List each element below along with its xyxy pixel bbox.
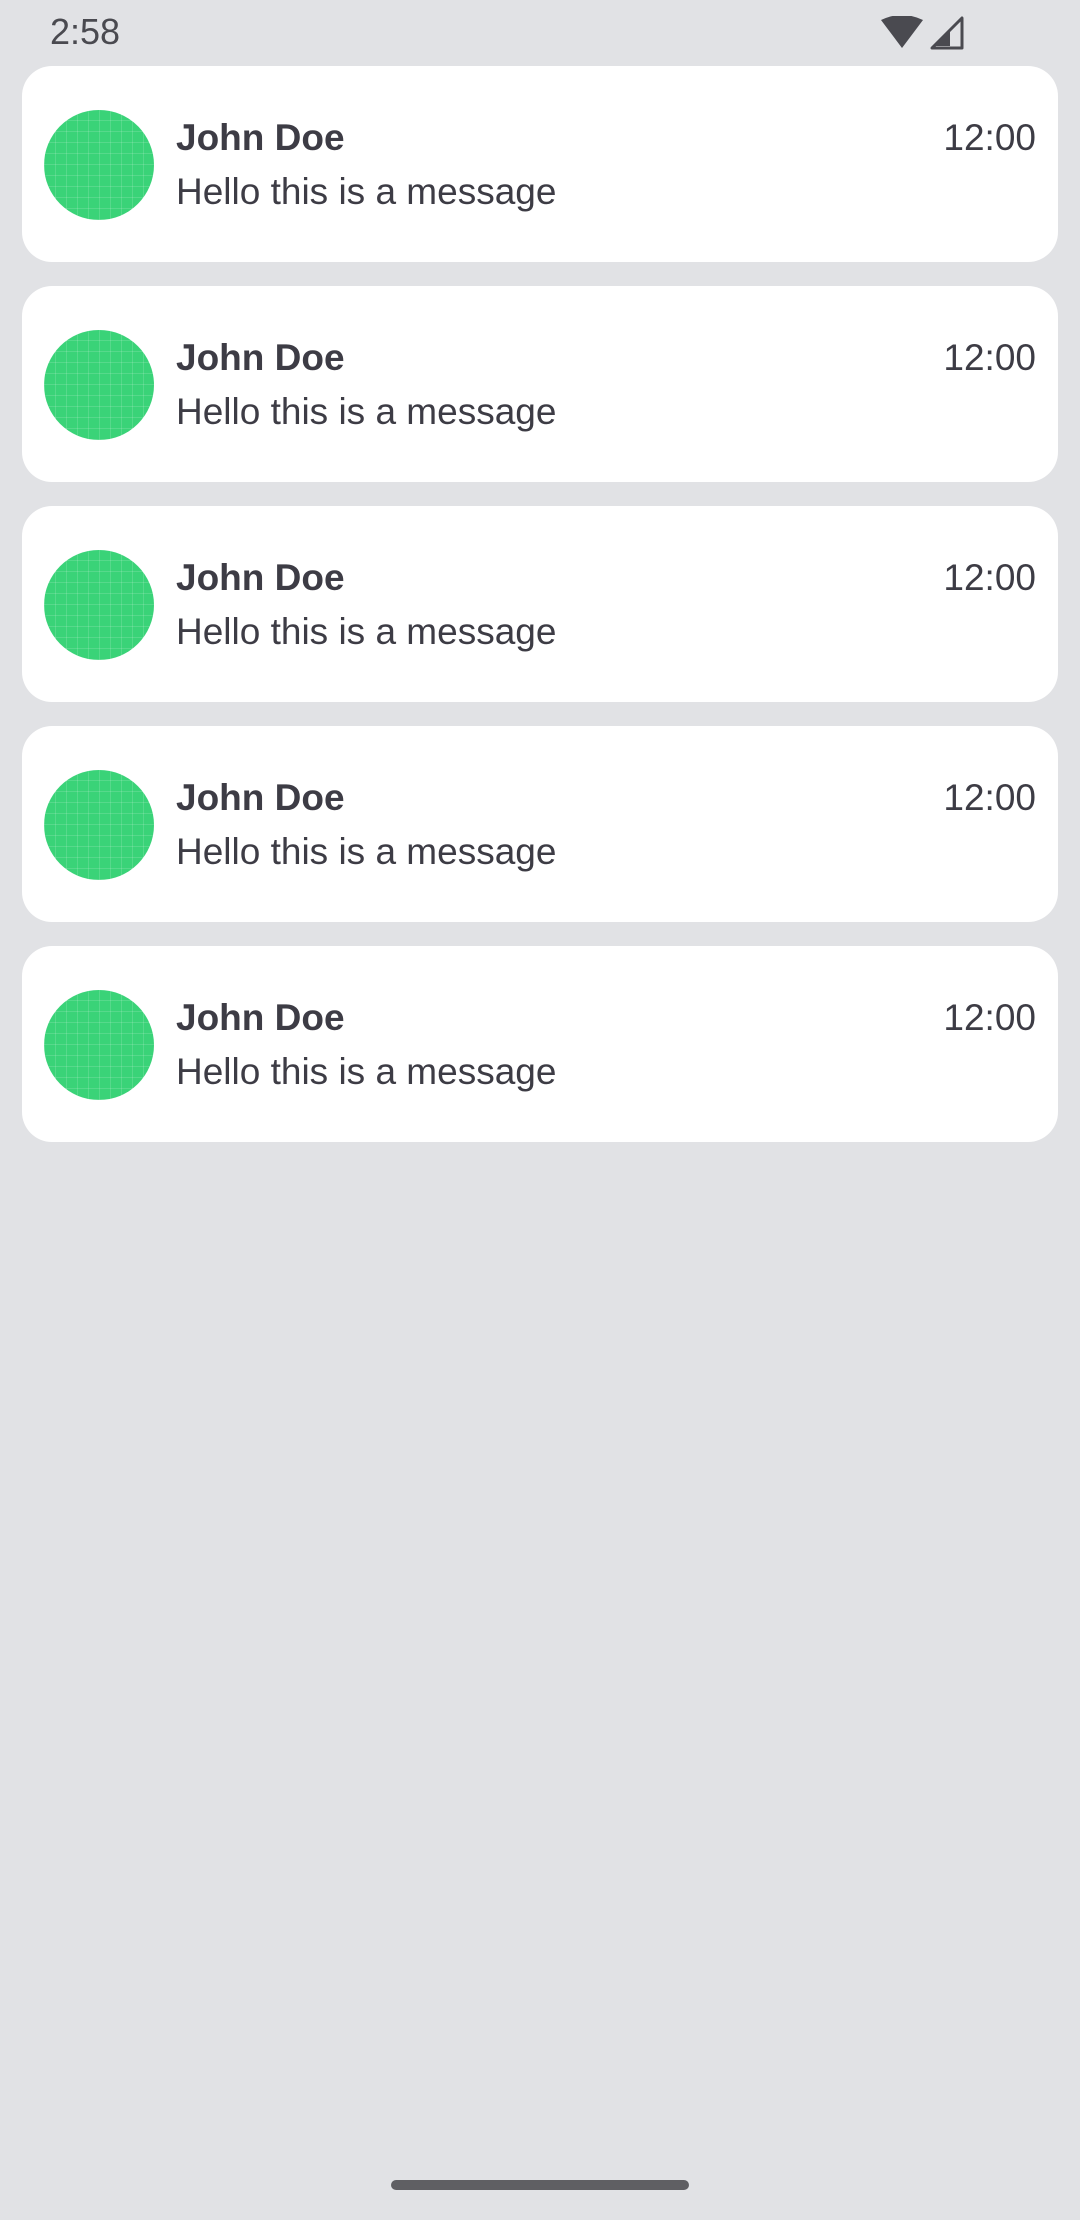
message-preview: Hello this is a message bbox=[176, 1051, 557, 1092]
message-list: John Doe Hello this is a message 12:00 J… bbox=[22, 66, 1058, 1166]
status-icons bbox=[880, 14, 964, 52]
message-preview: Hello this is a message bbox=[176, 171, 557, 212]
cellular-signal-icon bbox=[930, 16, 964, 50]
avatar bbox=[44, 110, 154, 220]
sender-name: John Doe bbox=[176, 337, 345, 378]
message-time: 12:00 bbox=[943, 337, 1036, 378]
avatar bbox=[44, 770, 154, 880]
sender-name: John Doe bbox=[176, 777, 345, 818]
message-time: 12:00 bbox=[943, 997, 1036, 1038]
message-card[interactable]: John Doe Hello this is a message 12:00 bbox=[22, 66, 1058, 262]
avatar bbox=[44, 990, 154, 1100]
avatar bbox=[44, 550, 154, 660]
message-card[interactable]: John Doe Hello this is a message 12:00 bbox=[22, 946, 1058, 1142]
sender-name: John Doe bbox=[176, 557, 345, 598]
message-card[interactable]: John Doe Hello this is a message 12:00 bbox=[22, 286, 1058, 482]
home-indicator[interactable] bbox=[391, 2180, 689, 2190]
status-time: 2:58 bbox=[50, 11, 121, 52]
message-preview: Hello this is a message bbox=[176, 611, 557, 652]
message-time: 12:00 bbox=[943, 117, 1036, 158]
message-card[interactable]: John Doe Hello this is a message 12:00 bbox=[22, 506, 1058, 702]
wifi-icon bbox=[880, 16, 924, 50]
message-preview: Hello this is a message bbox=[176, 831, 557, 872]
avatar bbox=[44, 330, 154, 440]
sender-name: John Doe bbox=[176, 117, 345, 158]
sender-name: John Doe bbox=[176, 997, 345, 1038]
message-preview: Hello this is a message bbox=[176, 391, 557, 432]
message-time: 12:00 bbox=[943, 777, 1036, 818]
message-card[interactable]: John Doe Hello this is a message 12:00 bbox=[22, 726, 1058, 922]
message-time: 12:00 bbox=[943, 557, 1036, 598]
status-bar: 2:58 bbox=[0, 0, 1080, 66]
